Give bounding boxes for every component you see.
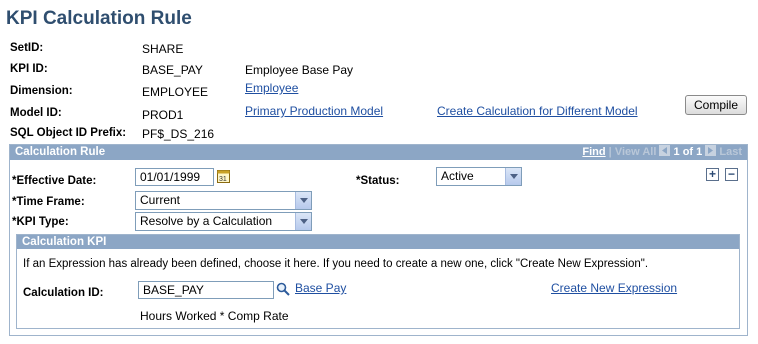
dimension-link[interactable]: Employee <box>245 81 298 95</box>
effective-date-input[interactable]: 01/01/1999 <box>135 168 214 186</box>
delete-row-button[interactable]: − <box>725 168 738 181</box>
calculation-id-input[interactable]: BASE_PAY <box>138 281 274 299</box>
create-calc-different-model-link[interactable]: Create Calculation for Different Model <box>437 104 638 118</box>
kpi-description: Employee Base Pay <box>245 63 354 77</box>
model-id-value: PROD1 <box>142 108 184 122</box>
time-frame-select[interactable]: Current <box>135 191 312 210</box>
find-link[interactable]: Find <box>582 146 605 158</box>
calculation-rule-title: Calculation Rule <box>15 146 106 158</box>
row-counter: 1 of 1 <box>673 146 703 158</box>
sql-prefix-value: PF$_DS_216 <box>142 127 215 141</box>
calculation-id-label: Calculation ID: <box>23 287 104 299</box>
nav-separator: | <box>608 146 612 158</box>
dimension-label: Dimension: <box>10 85 73 97</box>
add-row-button[interactable]: + <box>706 168 719 181</box>
first-arrow-icon[interactable] <box>659 145 671 156</box>
compile-button[interactable]: Compile <box>685 95 747 115</box>
effective-date-label: *Effective Date: <box>12 175 97 187</box>
base-pay-link[interactable]: Base Pay <box>295 281 346 295</box>
model-link[interactable]: Primary Production Model <box>245 104 383 118</box>
time-frame-value: Current <box>140 193 181 207</box>
setid-value: SHARE <box>142 42 184 56</box>
kpi-id-label: KPI ID: <box>10 63 48 75</box>
calculation-rule-header: Calculation Rule Find | View All 1 of 1 … <box>10 145 747 160</box>
chevron-down-icon <box>295 213 311 230</box>
calendar-icon[interactable]: 31 <box>217 169 230 183</box>
model-id-label: Model ID: <box>10 107 62 119</box>
chevron-down-icon <box>505 168 521 185</box>
status-label: *Status: <box>356 175 400 187</box>
create-new-expression-link[interactable]: Create New Expression <box>551 281 677 295</box>
calculation-instructions: If an Expression has already been define… <box>23 258 649 270</box>
status-select[interactable]: Active <box>436 167 522 186</box>
row-navigation: Find | View All 1 of 1 Last <box>582 145 742 160</box>
next-arrow-icon[interactable] <box>705 145 717 156</box>
kpi-type-select[interactable]: Resolve by a Calculation <box>135 212 312 231</box>
sql-prefix-label: SQL Object ID Prefix: <box>10 127 127 139</box>
expression-text: Hours Worked * Comp Rate <box>140 309 289 323</box>
view-all-link[interactable]: View All <box>615 146 657 158</box>
dimension-value: EMPLOYEE <box>142 85 209 99</box>
time-frame-label: *Time Frame: <box>12 196 85 208</box>
svg-text:31: 31 <box>219 176 227 183</box>
last-link[interactable]: Last <box>719 146 742 158</box>
magnifier-icon[interactable] <box>276 282 290 296</box>
setid-label: SetID: <box>10 42 44 54</box>
kpi-id-value: BASE_PAY <box>142 63 203 77</box>
status-value: Active <box>441 169 474 183</box>
kpi-type-value: Resolve by a Calculation <box>140 214 273 228</box>
calculation-kpi-header: Calculation KPI <box>17 235 739 249</box>
page-title: KPI Calculation Rule <box>6 8 192 29</box>
chevron-down-icon <box>295 192 311 209</box>
kpi-type-label: *KPI Type: <box>12 216 69 228</box>
